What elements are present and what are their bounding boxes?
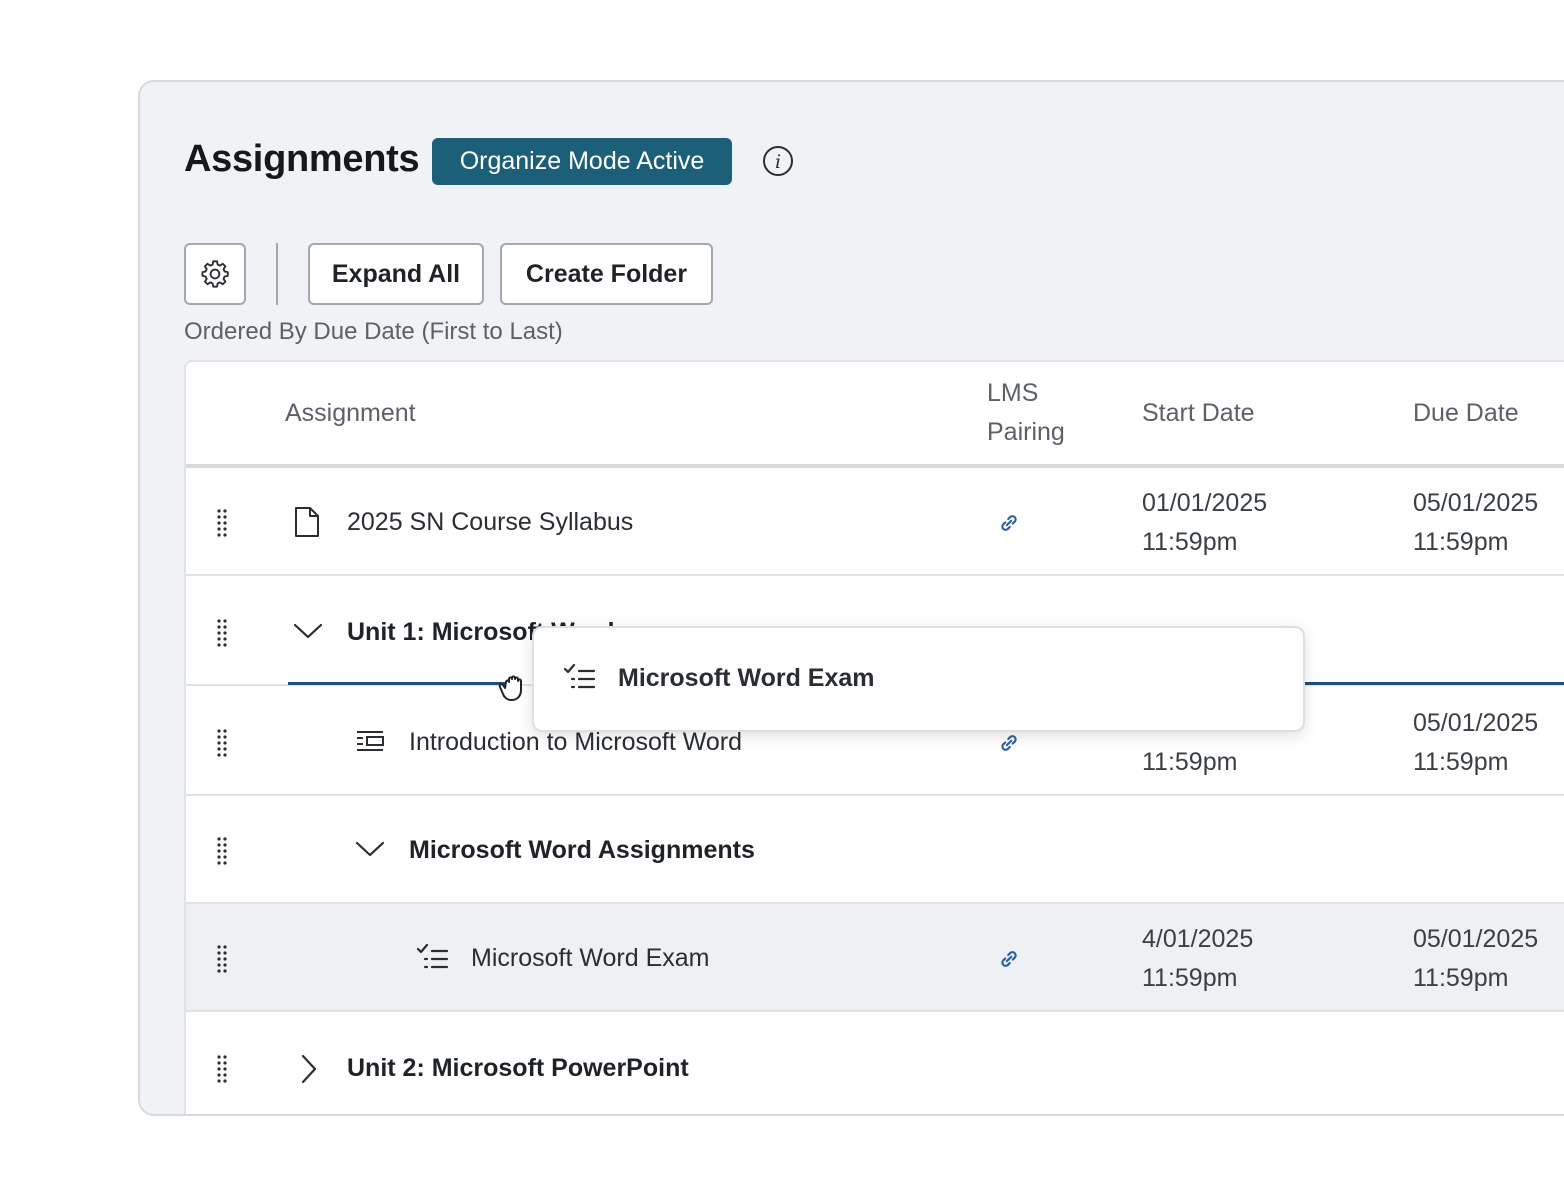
lesson-icon xyxy=(357,731,384,751)
due-time: 11:59pm xyxy=(1413,748,1509,776)
chevron-right-icon[interactable] xyxy=(300,1054,318,1084)
order-description: Ordered By Due Date (First to Last) xyxy=(184,318,563,345)
page-title: Assignments xyxy=(184,138,420,180)
table-row[interactable]: Microsoft Word Assignments xyxy=(186,796,1564,904)
document-icon xyxy=(295,507,319,537)
column-assignment[interactable]: Assignment xyxy=(285,399,416,428)
assignments-panel: Assignments Organize Mode Active i Expan… xyxy=(138,80,1564,1116)
drag-handle-icon[interactable] xyxy=(216,508,228,538)
due-date: 05/01/2025 xyxy=(1413,709,1539,737)
svg-text:i: i xyxy=(775,151,781,173)
table-row[interactable]: 2025 SN Course Syllabus 01/01/2025 11:59… xyxy=(186,468,1564,576)
link-icon[interactable] xyxy=(996,946,1022,972)
organize-mode-badge: Organize Mode Active xyxy=(432,138,732,185)
create-folder-button[interactable]: Create Folder xyxy=(500,243,713,305)
table-header: Assignment LMS Pairing Start Date Due Da… xyxy=(186,362,1564,468)
start-time: 11:59pm xyxy=(1142,748,1238,776)
table-row[interactable]: Unit 2: Microsoft PowerPoint xyxy=(186,1014,1564,1114)
toolbar-divider xyxy=(276,243,278,305)
column-start-date[interactable]: Start Date xyxy=(1142,399,1255,428)
info-icon[interactable]: i xyxy=(762,145,794,177)
folder-title[interactable]: Microsoft Word Assignments xyxy=(409,836,755,865)
column-lms-line2[interactable]: Pairing xyxy=(987,418,1065,447)
link-icon[interactable] xyxy=(996,730,1022,756)
column-lms-line1[interactable]: LMS xyxy=(987,379,1038,408)
drop-indicator-line xyxy=(288,682,510,685)
due-time: 11:59pm xyxy=(1413,528,1509,556)
table-row[interactable]: Microsoft Word Exam 4/01/2025 11:59pm 05… xyxy=(186,904,1564,1012)
drag-handle-icon[interactable] xyxy=(216,728,228,758)
start-date: 01/01/2025 xyxy=(1142,489,1268,517)
assignment-title[interactable]: 2025 SN Course Syllabus xyxy=(347,508,633,537)
checklist-icon xyxy=(564,664,596,689)
drag-handle-icon[interactable] xyxy=(216,944,228,974)
drag-ghost-title: Microsoft Word Exam xyxy=(618,664,875,692)
chevron-down-icon[interactable] xyxy=(293,622,323,640)
drag-handle-icon[interactable] xyxy=(216,836,228,866)
start-time: 11:59pm xyxy=(1142,964,1238,992)
assignments-table: Assignment LMS Pairing Start Date Due Da… xyxy=(184,360,1564,1114)
chevron-down-icon[interactable] xyxy=(355,840,385,858)
expand-all-button[interactable]: Expand All xyxy=(308,243,484,305)
column-due-date[interactable]: Due Date xyxy=(1413,399,1519,428)
start-date: 4/01/2025 xyxy=(1142,925,1254,953)
gear-icon xyxy=(201,260,229,288)
link-icon[interactable] xyxy=(996,510,1022,536)
settings-button[interactable] xyxy=(184,243,246,305)
grab-cursor-icon xyxy=(498,675,522,701)
assignment-title[interactable]: Introduction to Microsoft Word xyxy=(409,728,742,757)
due-time: 11:59pm xyxy=(1413,964,1509,992)
checklist-icon xyxy=(417,944,449,969)
due-date: 05/01/2025 xyxy=(1413,489,1539,517)
drag-handle-icon[interactable] xyxy=(216,618,228,648)
start-time: 11:59pm xyxy=(1142,528,1238,556)
due-date: 05/01/2025 xyxy=(1413,925,1539,953)
drag-handle-icon[interactable] xyxy=(216,1054,228,1084)
drop-indicator-line xyxy=(1305,682,1564,685)
drag-ghost-card[interactable]: Microsoft Word Exam xyxy=(532,626,1305,732)
assignment-title[interactable]: Microsoft Word Exam xyxy=(471,944,709,973)
folder-title[interactable]: Unit 2: Microsoft PowerPoint xyxy=(347,1054,689,1083)
